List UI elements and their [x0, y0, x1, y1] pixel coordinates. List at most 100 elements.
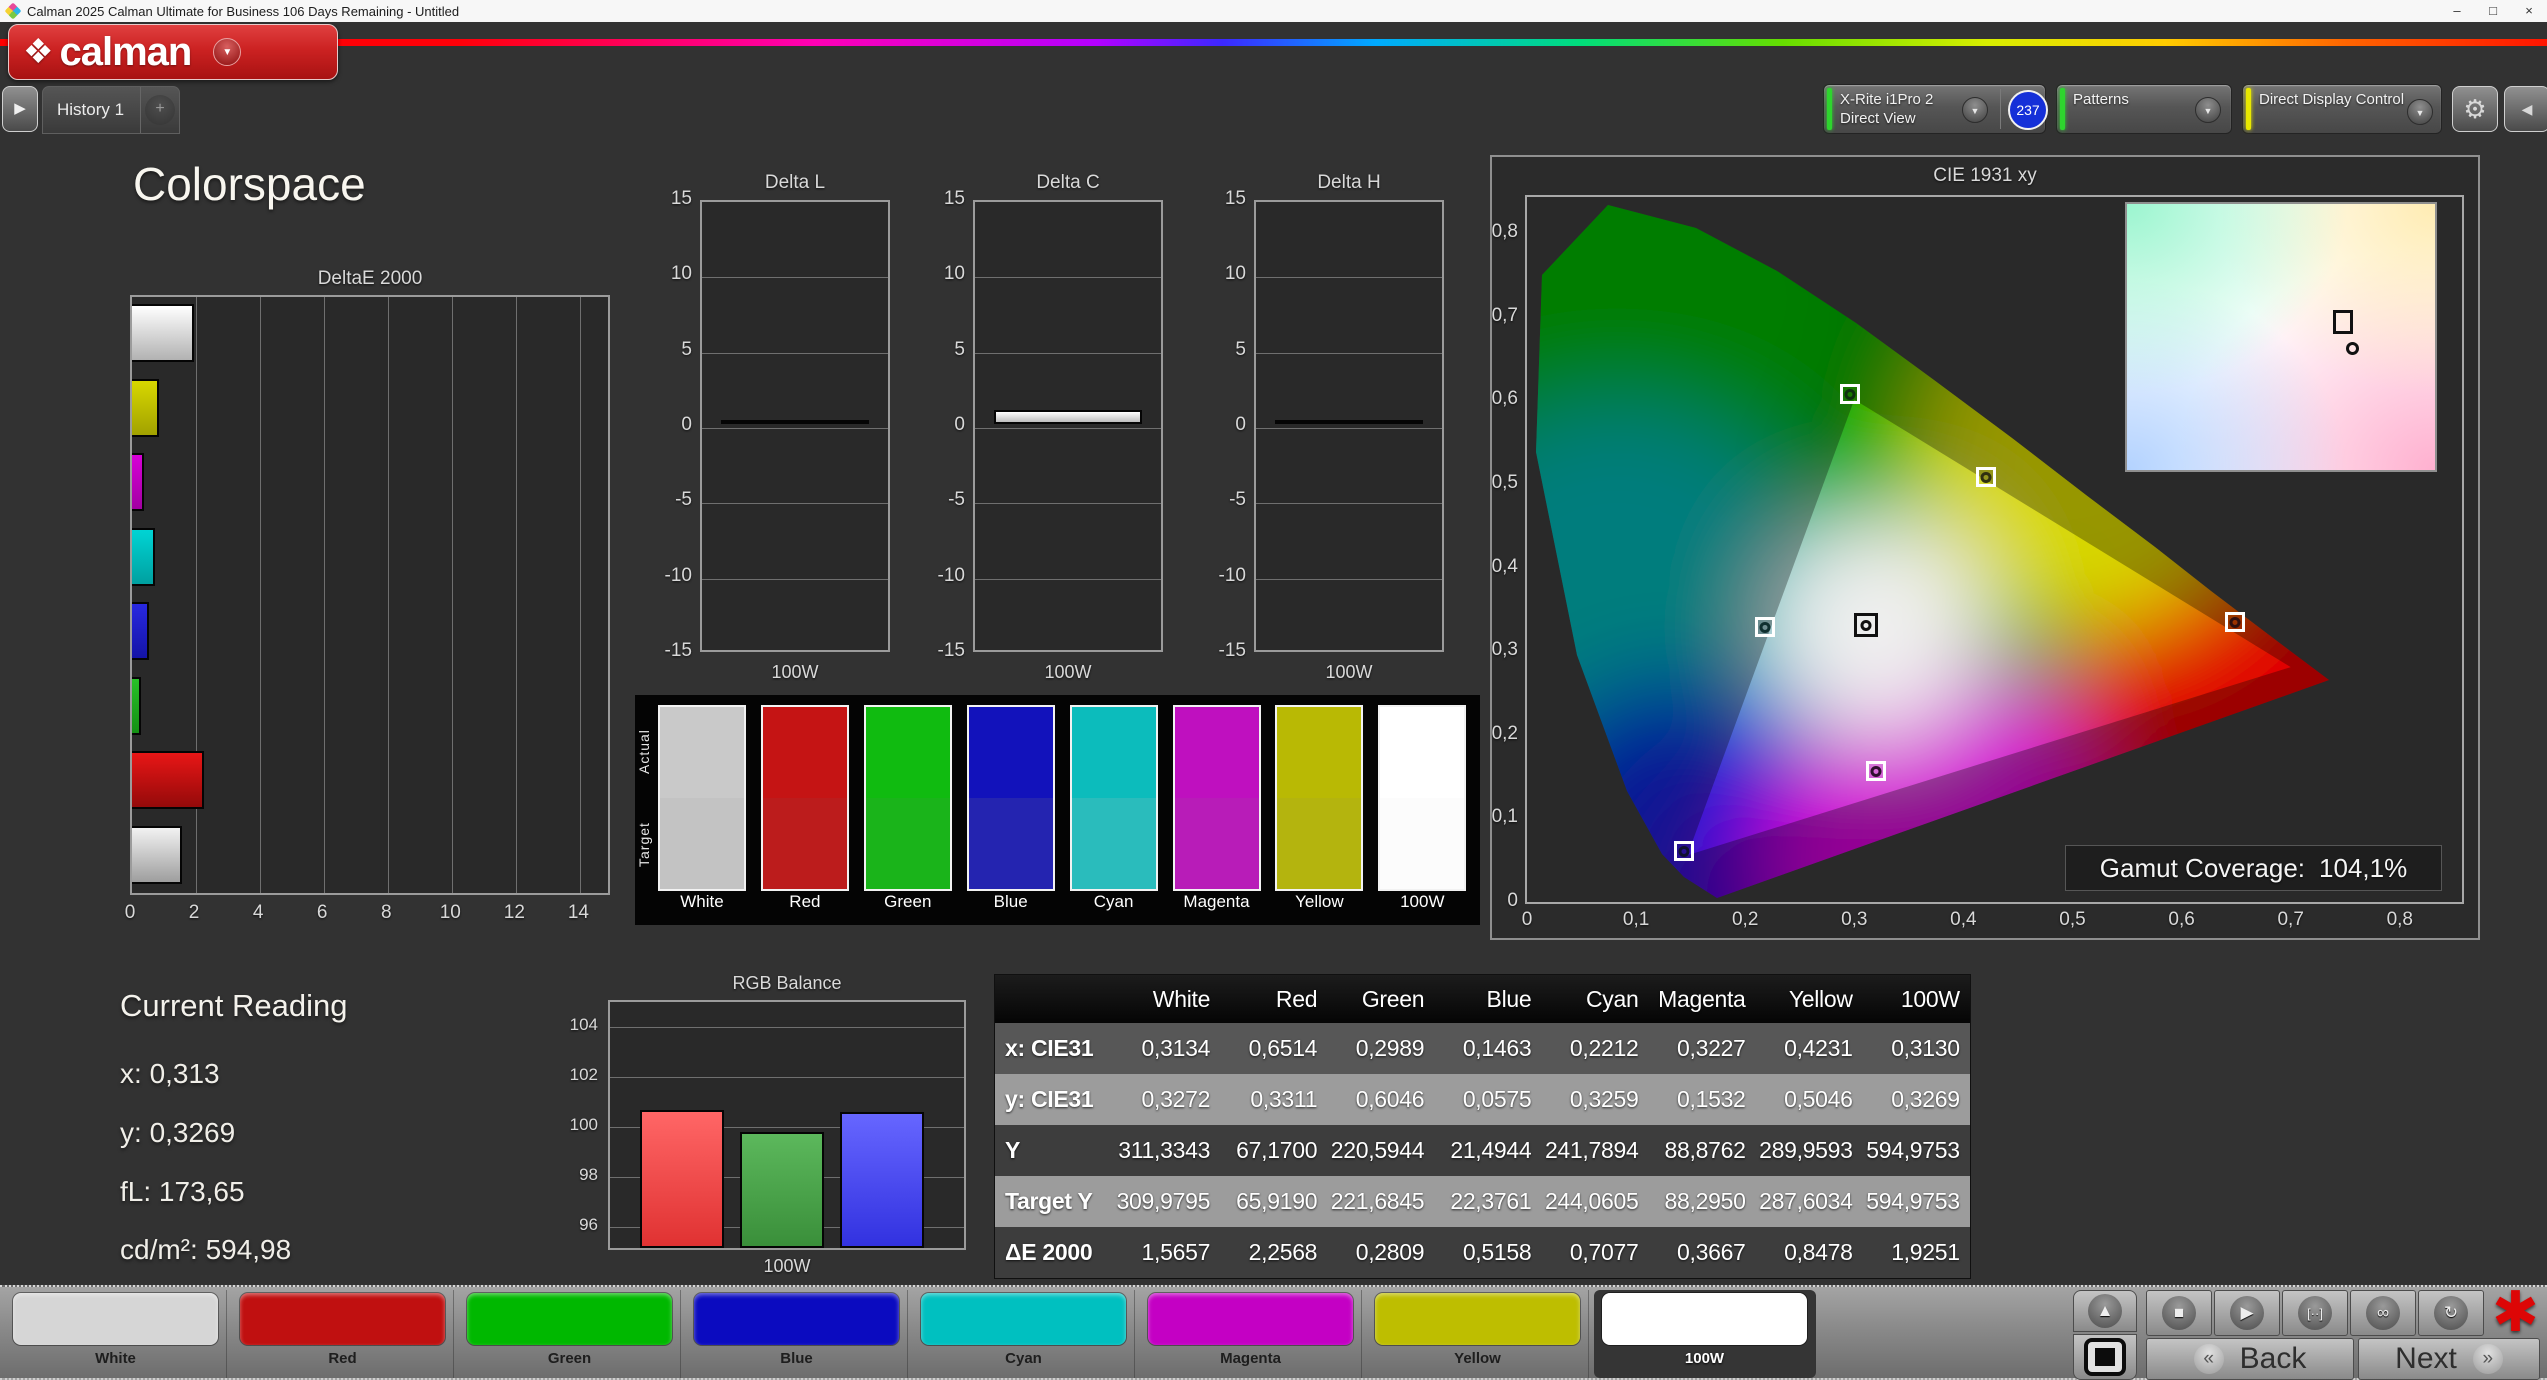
table-cell: 220,5944 — [1330, 1137, 1425, 1163]
delta-h-y-axis: 15 10 5 0 -5 -10 -15 — [1202, 188, 1246, 661]
gridline — [1256, 277, 1442, 279]
cie-dot-blue — [1678, 845, 1690, 857]
maximize-button[interactable]: □ — [2475, 0, 2511, 22]
pattern-label: Green — [547, 1350, 592, 1367]
display-control-arrow-icon[interactable]: ▼ — [2407, 99, 2433, 125]
y-tick: 0,7 — [1491, 304, 1518, 326]
table-cell: 65,9190 — [1236, 1188, 1318, 1214]
strip-actual — [1174, 707, 1259, 798]
settings-gear-button[interactable]: ⚙ — [2452, 86, 2498, 132]
cie-point-red — [2224, 612, 2245, 633]
add-tab-button[interactable]: + — [145, 95, 175, 125]
gridline — [702, 277, 888, 279]
calman-menu-button[interactable]: ❖ calman ▼ — [8, 24, 338, 80]
table-row-label: ΔE 2000 — [1005, 1239, 1093, 1265]
strip-label: Magenta — [1183, 892, 1250, 911]
x-tick: 0,8 — [2386, 909, 2413, 930]
table-cell: 0,6514 — [1248, 1035, 1318, 1061]
delta-h-x-label: 100W — [1325, 662, 1373, 682]
cie-1931-panel: CIE 1931 xy 0,8 0,7 0,6 0,5 0,4 0,3 0,2 … — [1490, 155, 2480, 940]
y-tick: 0,4 — [1491, 555, 1518, 577]
y-tick: 15 — [670, 188, 692, 209]
table-row: Target Y 309,9795 65,9190 221,6845 22,3761 24… — [995, 1176, 1970, 1227]
strip-actual — [660, 707, 744, 798]
pattern-button-blue[interactable]: Blue — [686, 1290, 908, 1378]
rgb-balance-chart — [608, 1000, 966, 1250]
table-col-header: Magenta — [1658, 985, 1746, 1012]
pattern-button-red[interactable]: Red — [232, 1290, 454, 1378]
play-button[interactable]: ▶ — [2214, 1290, 2280, 1336]
tab-history-1[interactable]: History 1 + — [42, 86, 180, 134]
collapse-toolbar-button[interactable]: ◀ — [2504, 86, 2547, 132]
deltae-bar-green — [132, 676, 141, 735]
calman-menu-arrow-icon[interactable]: ▼ — [213, 38, 242, 66]
pattern-button-white[interactable]: White — [5, 1290, 227, 1378]
continuous-read-button[interactable]: ∞ — [2350, 1290, 2416, 1336]
display-control-dropdown[interactable]: Direct Display Control ▼ — [2242, 84, 2442, 134]
x-tick: 12 — [503, 902, 525, 923]
reading-x: x: 0,313 — [120, 1058, 220, 1090]
gridline — [975, 277, 1161, 279]
meter-dropdown[interactable]: X-Rite i1Pro 2 Direct View ▼ 237 — [1823, 84, 2048, 134]
reading-fl-value: 173,65 — [158, 1176, 245, 1207]
cie-point-white — [1853, 613, 1878, 638]
pattern-label: Blue — [780, 1350, 813, 1367]
pattern-button-magenta[interactable]: Magenta — [1140, 1290, 1362, 1378]
patterns-dropdown[interactable]: Patterns ▼ — [2056, 84, 2232, 134]
gridline — [702, 578, 888, 580]
pattern-bar-expand-button[interactable]: ▲ — [2073, 1290, 2137, 1332]
table-cell: 67,1700 — [1236, 1137, 1318, 1163]
rgb-bar-blue — [840, 1112, 924, 1248]
meter-count-badge[interactable]: 237 — [2008, 90, 2048, 130]
y-tick: -5 — [948, 489, 965, 511]
pattern-swatch — [1375, 1293, 1580, 1345]
y-tick: 0 — [954, 413, 965, 435]
y-tick: -5 — [1229, 489, 1246, 511]
y-tick: 0,3 — [1491, 639, 1518, 661]
refresh-icon: ↻ — [2434, 1296, 2468, 1330]
refresh-button[interactable]: ↻ — [2418, 1290, 2484, 1336]
table-cell: 88,8762 — [1664, 1137, 1746, 1163]
cie-chart-title: CIE 1931 xy — [1933, 165, 2037, 186]
strip-target — [968, 798, 1053, 889]
display-control-status-bar — [2246, 88, 2251, 130]
x-tick: 0 — [1521, 909, 1533, 930]
pattern-button-cyan[interactable]: Cyan — [913, 1290, 1135, 1378]
table-cell: 1,5657 — [1141, 1239, 1211, 1265]
strip-actual — [1071, 707, 1156, 798]
pattern-swatch — [1148, 1293, 1353, 1345]
minimize-button[interactable]: – — [2439, 0, 2475, 22]
patterns-dropdown-arrow-icon[interactable]: ▼ — [2195, 97, 2221, 123]
gridline — [260, 297, 262, 893]
infinity-icon: ∞ — [2366, 1296, 2400, 1330]
table-cell: 0,2809 — [1355, 1239, 1425, 1265]
strip-target — [1277, 798, 1362, 889]
table-cell: 0,3134 — [1141, 1035, 1211, 1061]
pattern-window-button[interactable] — [2073, 1334, 2137, 1380]
back-label: Back — [2239, 1342, 2307, 1375]
strip-swatch-blue — [966, 705, 1055, 891]
strip-swatch-yellow — [1275, 705, 1364, 891]
pattern-button-green[interactable]: Green — [459, 1290, 681, 1378]
notification-asterisk-icon[interactable]: ✱ — [2492, 1279, 2539, 1345]
up-arrow-icon: ▲ — [2088, 1294, 2122, 1328]
table-cell: 0,3269 — [1891, 1086, 1960, 1112]
pattern-button-yellow[interactable]: Yellow — [1367, 1290, 1589, 1378]
deltae-bar-magenta — [132, 453, 144, 511]
table-cell: 0,5158 — [1462, 1239, 1532, 1265]
meter-dropdown-arrow-icon[interactable]: ▼ — [1962, 97, 1988, 123]
cie-dot-red — [2229, 617, 2241, 629]
tab-divider — [140, 87, 141, 133]
next-button[interactable]: Next » — [2358, 1338, 2540, 1380]
back-button[interactable]: « Back — [2146, 1338, 2354, 1380]
table-cell: 0,3667 — [1677, 1239, 1746, 1265]
table-cell: 241,7894 — [1544, 1137, 1639, 1163]
close-button[interactable]: × — [2511, 0, 2547, 22]
strip-swatch-100w — [1378, 705, 1467, 891]
history-play-button[interactable]: ▶ — [2, 86, 38, 132]
y-tick: -10 — [1218, 564, 1246, 586]
pattern-label: Magenta — [1220, 1350, 1281, 1367]
pattern-button-100w[interactable]: 100W — [1594, 1290, 1816, 1378]
stop-button[interactable]: ■ — [2146, 1290, 2212, 1336]
read-series-button[interactable]: [··] — [2282, 1290, 2348, 1336]
